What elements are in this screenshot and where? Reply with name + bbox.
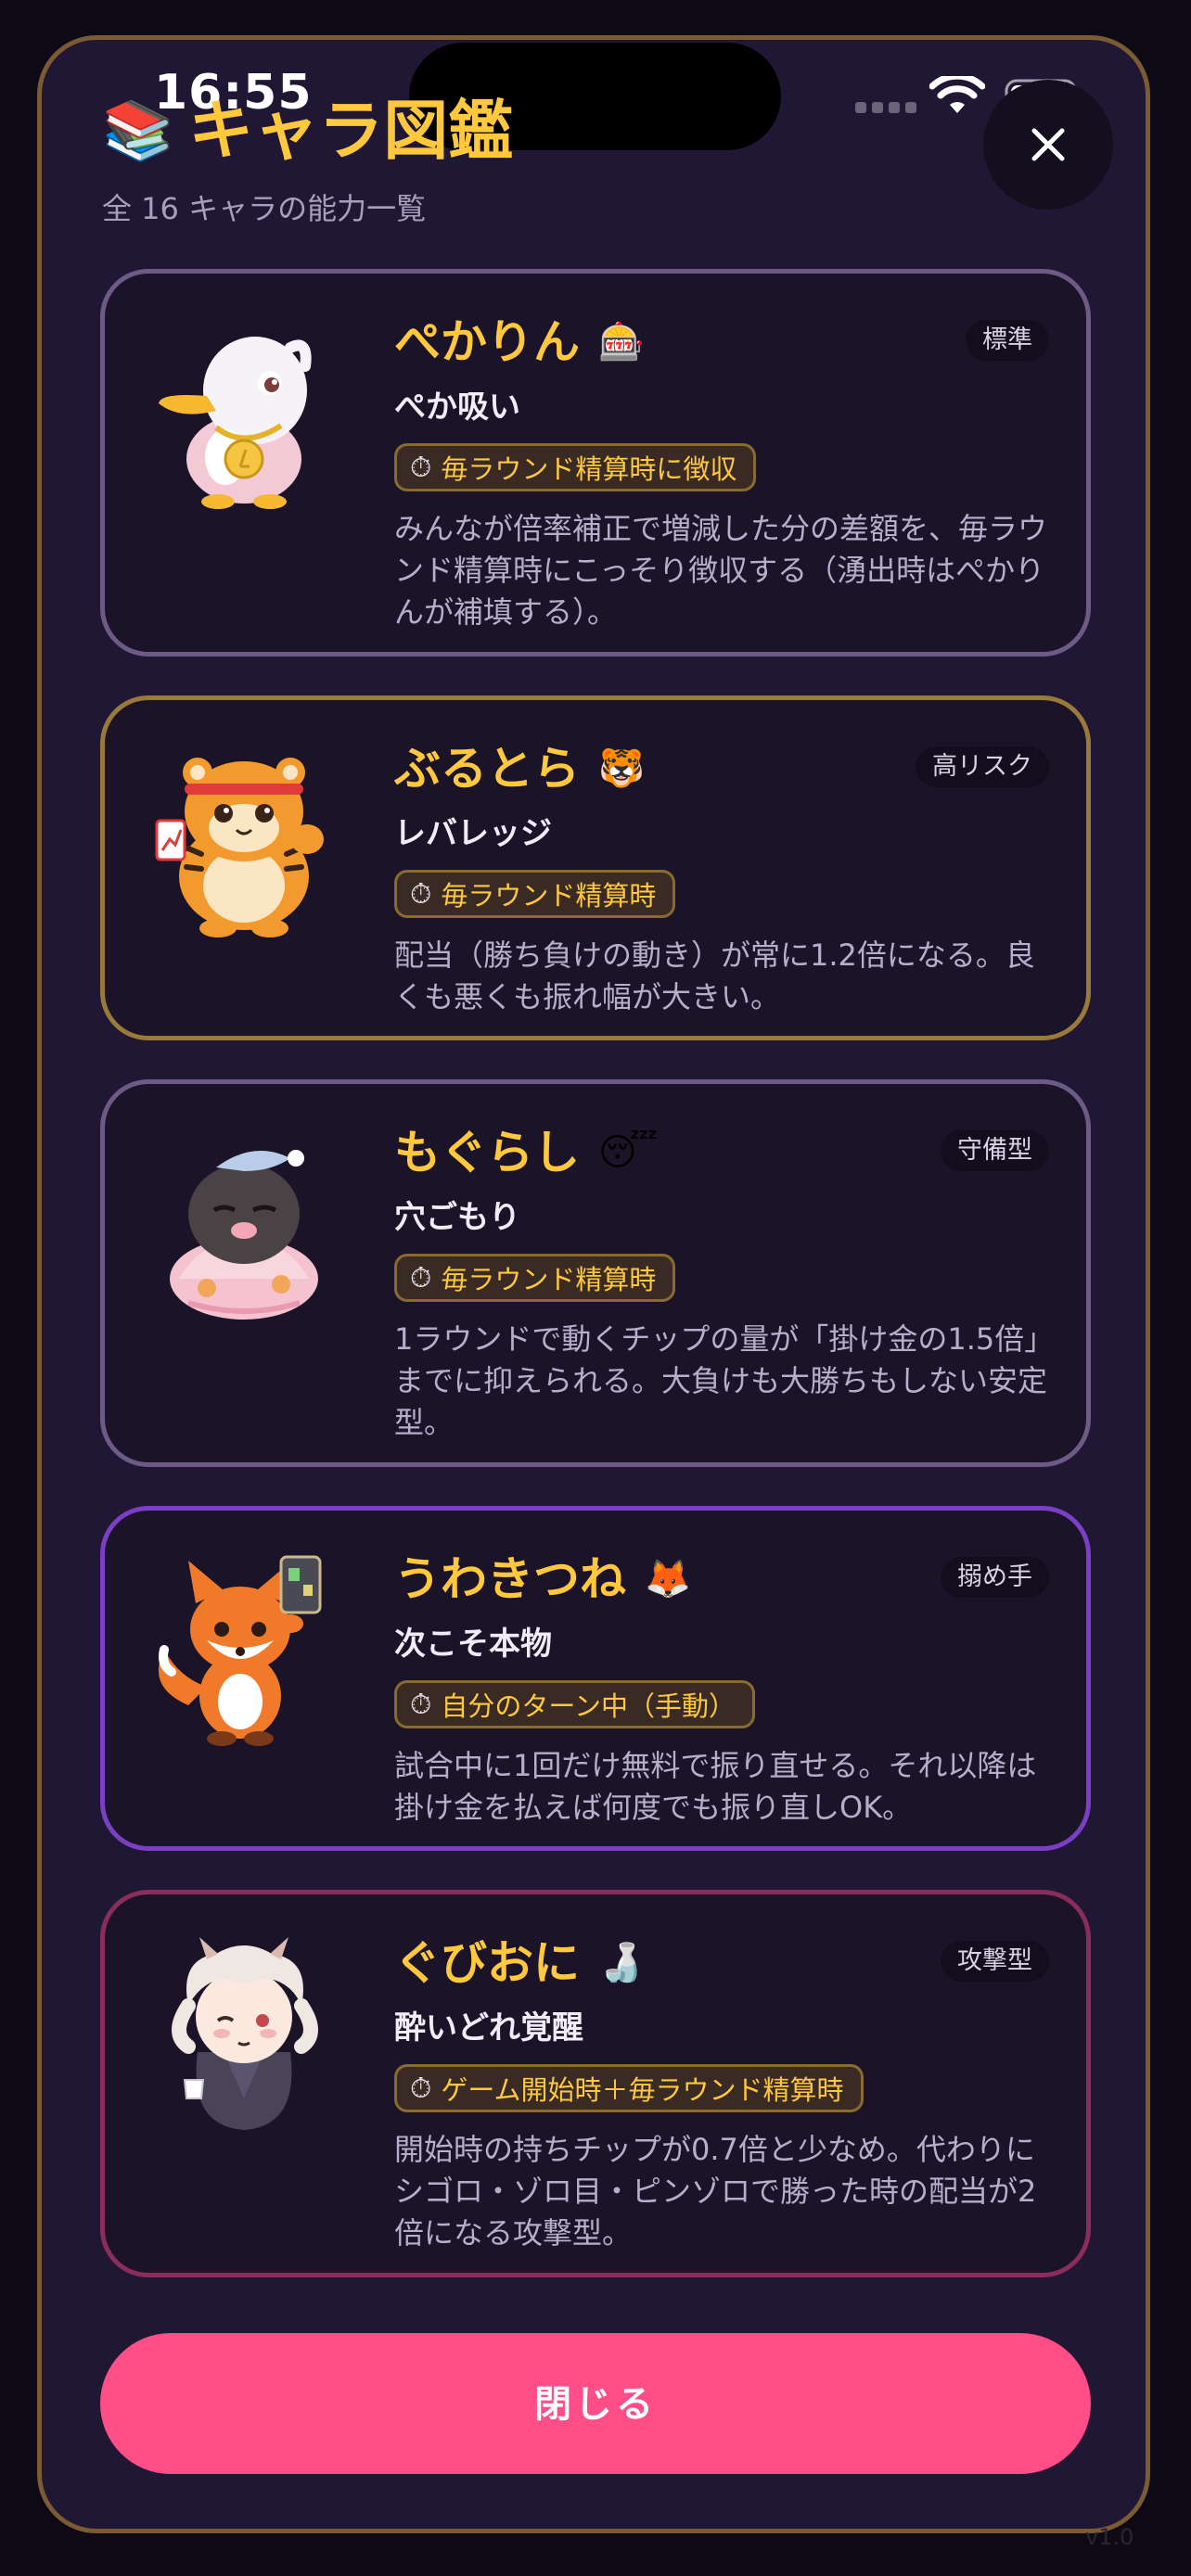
stopwatch-icon: ⏱: [410, 877, 432, 911]
timing-label: ゲーム開始時＋毎ラウンド精算時: [441, 2074, 844, 2106]
name-row: ぺかりん 🎰: [394, 311, 1049, 374]
title-row: 📚 キャラ図鑑: [102, 98, 513, 163]
close-icon-button[interactable]: [983, 80, 1113, 210]
tiger-icon: 🐯: [598, 747, 645, 790]
type-badge: 守備型: [941, 1130, 1049, 1171]
ability-name: 穴ごもり: [394, 1199, 520, 1236]
ability-description: 配当（勝ち負けの動き）が常に1.2倍になる。良くも悪くも振れ幅が大きい。: [394, 937, 1035, 1014]
avatar-oni: [172, 1937, 318, 2130]
close-icon: [1031, 128, 1065, 161]
card-body: ぐびおに 🍶 攻撃型 酔いどれ覚醒 ⏱ ゲーム開始時＋毎ラウンド精算時 開始時の…: [394, 1932, 1049, 2254]
character-card[interactable]: もぐらし 😴 守備型 穴ごもり ⏱ 毎ラウンド精算時 1ラウンドで動くチップの量…: [100, 1079, 1091, 1467]
slot-machine-icon: 🎰: [598, 321, 645, 363]
timing-badge: ⏱ 毎ラウンド精算時に徴収: [394, 443, 757, 491]
type-badge: 搦め手: [941, 1557, 1049, 1598]
stopwatch-icon: ⏱: [410, 2072, 432, 2105]
type-badge: 標準: [966, 320, 1049, 361]
character-card[interactable]: うわきつね 🦊 搦め手 次こそ本物 ⏱ 自分のターン中（手動） 試合中に1回だけ…: [100, 1506, 1091, 1851]
character-card[interactable]: ぶるとら 🐯 高リスク レバレッジ ⏱ 毎ラウンド精算時 配当（勝ち負けの動き）…: [100, 695, 1091, 1040]
character-name: ぐびおに: [394, 1936, 580, 1990]
avatar-fox: [158, 1555, 322, 1746]
version-label: v1.0: [1085, 2524, 1134, 2550]
avatar-mole: [170, 1150, 318, 1320]
ability-name: 酔いどれ覚醒: [394, 2009, 583, 2047]
ability-name: レバレッジ: [394, 815, 552, 852]
timing-badge: ⏱ 毎ラウンド精算時: [394, 870, 676, 918]
ability-description: 開始時の持ちチップが0.7倍と少なめ。代わりにシゴロ・ゾロ目・ピンゾロで勝った時…: [394, 2132, 1037, 2251]
sleeping-face-icon: 😴: [598, 1131, 659, 1174]
close-button[interactable]: 閉じる: [100, 2333, 1091, 2474]
type-badge: 高リスク: [916, 746, 1049, 787]
card-body: うわきつね 🦊 搦め手 次こそ本物 ⏱ 自分のターン中（手動） 試合中に1回だけ…: [394, 1548, 1049, 1829]
character-list: ぺかりん 🎰 標準 ぺか吸い ⏱ 毎ラウンド精算時に徴収 みんなが倍率補正で増減…: [100, 269, 1091, 2316]
timing-badge: ⏱ ゲーム開始時＋毎ラウンド精算時: [394, 2064, 864, 2112]
fox-icon: 🦊: [645, 1558, 691, 1600]
stopwatch-icon: ⏱: [410, 1688, 432, 1721]
sake-icon: 🍶: [598, 1942, 645, 1984]
character-name: もぐらし: [394, 1126, 580, 1180]
character-name: ぶるとら: [394, 742, 580, 796]
timing-badge: ⏱ 毎ラウンド精算時: [394, 1254, 676, 1302]
ability-description: 試合中に1回だけ無料で振り直せる。それ以降は掛け金を払えば何度でも振り直しOK。: [394, 1748, 1037, 1825]
timing-label: 毎ラウンド精算時: [441, 880, 657, 912]
character-card[interactable]: ぐびおに 🍶 攻撃型 酔いどれ覚醒 ⏱ ゲーム開始時＋毎ラウンド精算時 開始時の…: [100, 1890, 1091, 2277]
character-name: うわきつね: [394, 1552, 626, 1606]
page-title: キャラ図鑑: [188, 93, 514, 169]
cellular-signal-icon: [855, 102, 916, 113]
timing-label: 自分のターン中（手動）: [441, 1690, 736, 1722]
card-body: もぐらし 😴 守備型 穴ごもり ⏱ 毎ラウンド精算時 1ラウンドで動くチップの量…: [394, 1121, 1049, 1444]
card-body: ぺかりん 🎰 標準 ぺか吸い ⏱ 毎ラウンド精算時に徴収 みんなが倍率補正で増減…: [394, 311, 1049, 633]
ability-name: ぺか吸い: [394, 389, 520, 426]
stopwatch-icon: ⏱: [410, 451, 432, 484]
timing-badge: ⏱ 自分のターン中（手動）: [394, 1680, 755, 1728]
timing-label: 毎ラウンド精算時: [441, 1264, 657, 1295]
character-card[interactable]: ぺかりん 🎰 標準 ぺか吸い ⏱ 毎ラウンド精算時に徴収 みんなが倍率補正で増減…: [100, 269, 1091, 657]
timing-label: 毎ラウンド精算時に徴収: [441, 453, 737, 485]
page-subtitle: 全 16 キャラの能力一覧: [102, 191, 427, 226]
card-body: ぶるとら 🐯 高リスク レバレッジ ⏱ 毎ラウンド精算時 配当（勝ち負けの動き）…: [394, 737, 1049, 1018]
avatar-duck: [159, 337, 312, 509]
stopwatch-icon: ⏱: [410, 1261, 432, 1294]
screen: 16:55 📚 キャラ図鑑 全 16 キャラの能力一覧 ぺかりん 🎰 標準 ぺか…: [0, 0, 1191, 2576]
type-badge: 攻撃型: [941, 1941, 1049, 1982]
ability-description: 1ラウンドで動くチップの量が「掛け金の1.5倍」までに抑えられる。大負けも大勝ち…: [394, 1321, 1048, 1440]
character-name: ぺかりん: [394, 315, 580, 369]
books-icon: 📚: [102, 96, 174, 164]
avatar-tiger: [155, 758, 324, 937]
ability-name: 次こそ本物: [394, 1626, 552, 1663]
ability-description: みんなが倍率補正で増減した分の差額を、毎ラウンド精算時にこっそり徴収する（湧出時…: [394, 511, 1048, 630]
wifi-icon: [929, 76, 985, 113]
